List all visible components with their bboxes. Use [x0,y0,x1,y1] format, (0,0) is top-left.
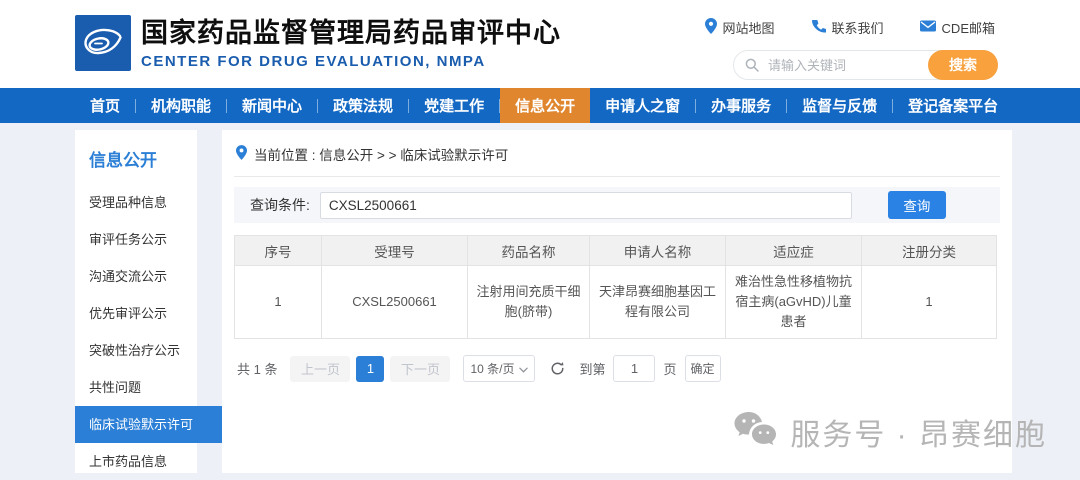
phone-icon [811,19,826,37]
nav-item-party-building[interactable]: 党建工作 [409,88,499,123]
query-button[interactable]: 查询 [888,191,946,219]
sidebar-item-breakthrough-therapy[interactable]: 突破性治疗公示 [75,332,197,369]
cell-indication: 难治性急性移植物抗宿主病(aGvHD)儿童患者 [726,266,862,339]
col-header-acceptance-no: 受理号 [322,236,468,266]
site-header: 国家药品监督管理局药品审评中心 CENTER FOR DRUG EVALUATI… [0,0,1080,88]
col-header-drug-name: 药品名称 [468,236,590,266]
sidebar-item-accepted-variety-info[interactable]: 受理品种信息 [75,184,197,221]
wechat-icon [732,409,778,455]
nav-item-news-center[interactable]: 新闻中心 [227,88,317,123]
nav-item-info-disclosure[interactable]: 信息公开 [500,88,590,123]
query-input[interactable] [320,192,852,219]
sidebar: 信息公开 受理品种信息 审评任务公示 沟通交流公示 优先审评公示 突破性治疗公示… [75,130,197,473]
quick-link-label: 联系我们 [832,18,884,37]
jump-label: 到第 [579,359,605,378]
next-page-button[interactable]: 下一页 [390,356,450,382]
quick-link-sitemap[interactable]: 网站地图 [705,18,775,37]
cell-registration-class: 1 [862,266,997,339]
col-header-registration-class: 注册分类 [862,236,997,266]
search-icon [745,58,759,77]
chevron-down-icon [519,362,528,376]
query-bar: 查询条件: 查询 [234,187,1000,223]
main-nav: 首页 机构职能 新闻中心 政策法规 党建工作 信息公开 申请人之窗 办事服务 监… [0,88,1080,123]
nav-item-services[interactable]: 办事服务 [696,88,786,123]
sidebar-item-clinical-trial-implied-approval[interactable]: 临床试验默示许可 [75,406,222,443]
query-label: 查询条件: [250,195,310,215]
location-pin-icon [705,18,717,37]
watermark: 服务号 · 昂赛细胞 [732,409,1047,455]
confirm-button[interactable]: 确定 [685,355,721,382]
site-titles: 国家药品监督管理局药品审评中心 CENTER FOR DRUG EVALUATI… [141,17,561,70]
breadcrumb-text: 当前位置 : 信息公开 > > 临床试验默示许可 [254,144,508,164]
mail-icon [920,19,936,36]
nav-item-home[interactable]: 首页 [75,88,135,123]
watermark-text: 服务号 · 昂赛细胞 [790,410,1047,454]
total-count: 共 1 条 [237,359,277,378]
nav-item-policies-regulations[interactable]: 政策法规 [318,88,408,123]
cell-drug-name: 注射用间充质干细胞(脐带) [468,266,590,339]
cell-applicant: 天津昂赛细胞基因工程有限公司 [590,266,726,339]
nav-item-supervision-feedback[interactable]: 监督与反馈 [787,88,892,123]
location-pin-icon [236,145,247,163]
quick-links: 网站地图 联系我们 CDE邮箱 [705,18,995,37]
site-title-en: CENTER FOR DRUG EVALUATION, NMPA [141,53,561,70]
sidebar-item-priority-review[interactable]: 优先审评公示 [75,295,197,332]
table-header-row: 序号 受理号 药品名称 申请人名称 适应症 注册分类 [235,236,997,266]
quick-link-label: CDE邮箱 [942,18,995,37]
search-button[interactable]: 搜索 [928,50,998,80]
nav-item-org-functions[interactable]: 机构职能 [136,88,226,123]
nav-item-registration-platform[interactable]: 登记备案平台 [893,88,1013,123]
page-number-1[interactable]: 1 [356,356,384,382]
nav-item-applicant-window[interactable]: 申请人之窗 [590,88,695,123]
quick-link-label: 网站地图 [723,18,775,37]
pagination: 共 1 条 上一页 1 下一页 10 条/页 到第 页 确定 [237,355,1000,382]
col-header-indication: 适应症 [726,236,862,266]
jump-unit: 页 [663,359,676,378]
sidebar-item-communication[interactable]: 沟通交流公示 [75,258,197,295]
quick-link-contact-us[interactable]: 联系我们 [811,18,884,37]
results-table: 序号 受理号 药品名称 申请人名称 适应症 注册分类 1 CXSL2500661… [234,235,997,339]
sidebar-item-marketed-drug-info[interactable]: 上市药品信息 [75,443,197,480]
jump-page-input[interactable] [613,355,655,382]
breadcrumb: 当前位置 : 信息公开 > > 临床试验默示许可 [234,130,1000,177]
cell-seq: 1 [235,266,322,339]
table-row: 1 CXSL2500661 注射用间充质干细胞(脐带) 天津昂赛细胞基因工程有限… [235,266,997,339]
sidebar-title: 信息公开 [75,130,197,184]
refresh-icon[interactable] [550,361,565,376]
site-title-cn: 国家药品监督管理局药品审评中心 [141,17,561,49]
col-header-seq: 序号 [235,236,322,266]
quick-link-cde-mail[interactable]: CDE邮箱 [920,18,995,37]
prev-page-button[interactable]: 上一页 [290,356,350,382]
cell-acceptance-no: CXSL2500661 [322,266,468,339]
cde-logo-icon [75,15,131,71]
page-size-value: 10 条/页 [470,360,514,377]
site-search: 搜索 [733,50,998,80]
col-header-applicant: 申请人名称 [590,236,726,266]
page-size-select[interactable]: 10 条/页 [463,355,535,382]
sidebar-item-common-issues[interactable]: 共性问题 [75,369,197,406]
sidebar-item-review-task[interactable]: 审评任务公示 [75,221,197,258]
